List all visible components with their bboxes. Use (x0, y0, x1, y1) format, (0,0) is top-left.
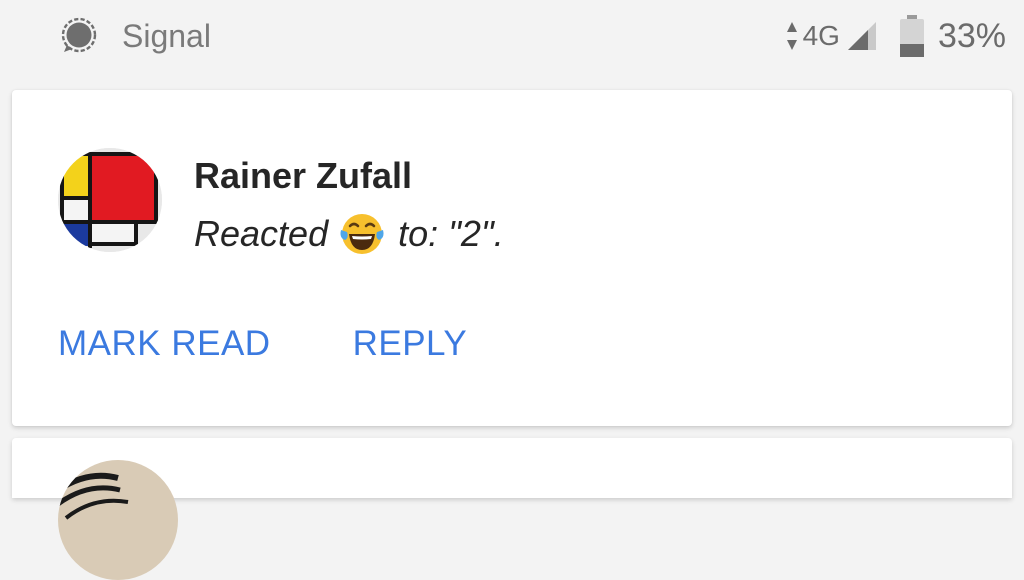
signal-logo-icon (61, 17, 97, 53)
status-bar: Signal 4G 33% (0, 0, 1024, 80)
battery-percentage: 33% (937, 17, 1006, 55)
face-with-tears-of-joy-emoji-icon (338, 210, 386, 258)
contact-avatar (58, 148, 162, 252)
notification-card[interactable]: Rainer Zufall Reacted to: "2". MARK READ… (12, 90, 1012, 426)
reply-button[interactable]: REPLY (353, 320, 468, 368)
battery-icon (899, 15, 924, 57)
contact-avatar (58, 460, 178, 580)
network-type: 4G (802, 20, 840, 51)
sender-name: Rainer Zufall (194, 155, 413, 196)
next-notification-card[interactable] (12, 438, 1012, 580)
data-activity-arrows-icon (786, 22, 797, 50)
contact-avatar-image (58, 460, 178, 580)
message-prefix: Reacted (194, 213, 329, 254)
notification-actions: MARK READ REPLY (58, 320, 467, 368)
message-suffix: to: "2". (398, 213, 504, 254)
mondrian-avatar-image (58, 148, 162, 252)
cell-signal-icon (847, 22, 876, 50)
system-status-icons: 4G 33% (785, 14, 1006, 58)
message-text: Reacted to: "2". (194, 210, 504, 258)
app-name: Signal (122, 18, 211, 54)
app-indicator: Signal (60, 16, 211, 56)
mark-read-button[interactable]: MARK READ (58, 320, 271, 368)
